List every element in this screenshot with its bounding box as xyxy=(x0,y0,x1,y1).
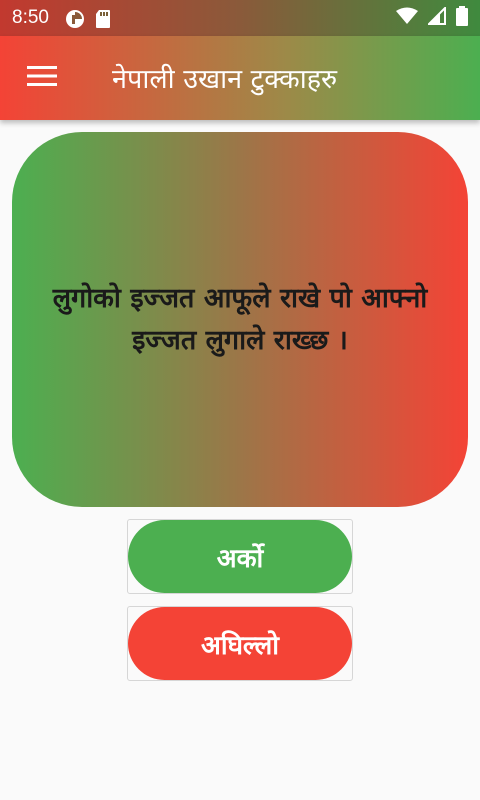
status-time: 8:50 xyxy=(12,7,49,28)
wifi-icon xyxy=(396,7,418,29)
status-bar: 8:50 xyxy=(0,0,480,36)
proverb-card: लुगोको इज्जत आफूले राखे पो आफ्नो इज्जत ल… xyxy=(12,132,468,507)
sd-card-icon xyxy=(95,9,113,28)
next-button-frame: अर्को xyxy=(127,519,353,594)
hamburger-menu-icon xyxy=(27,65,57,91)
status-right-icons xyxy=(396,5,468,30)
app-bar: नेपाली उखान टुक्काहरु xyxy=(0,36,480,120)
menu-button[interactable] xyxy=(0,36,84,120)
proverb-text: लुगोको इज्जत आफूले राखे पो आफ्नो इज्जत ल… xyxy=(52,282,428,356)
pie-icon xyxy=(65,9,84,28)
next-button[interactable]: अर्को xyxy=(128,520,352,593)
battery-icon xyxy=(456,6,468,30)
signal-icon xyxy=(426,5,446,29)
previous-button[interactable]: अघिल्लो xyxy=(128,607,352,680)
previous-button-frame: अघिल्लो xyxy=(127,606,353,681)
app-title: नेपाली उखान टुक्काहरु xyxy=(112,63,338,95)
